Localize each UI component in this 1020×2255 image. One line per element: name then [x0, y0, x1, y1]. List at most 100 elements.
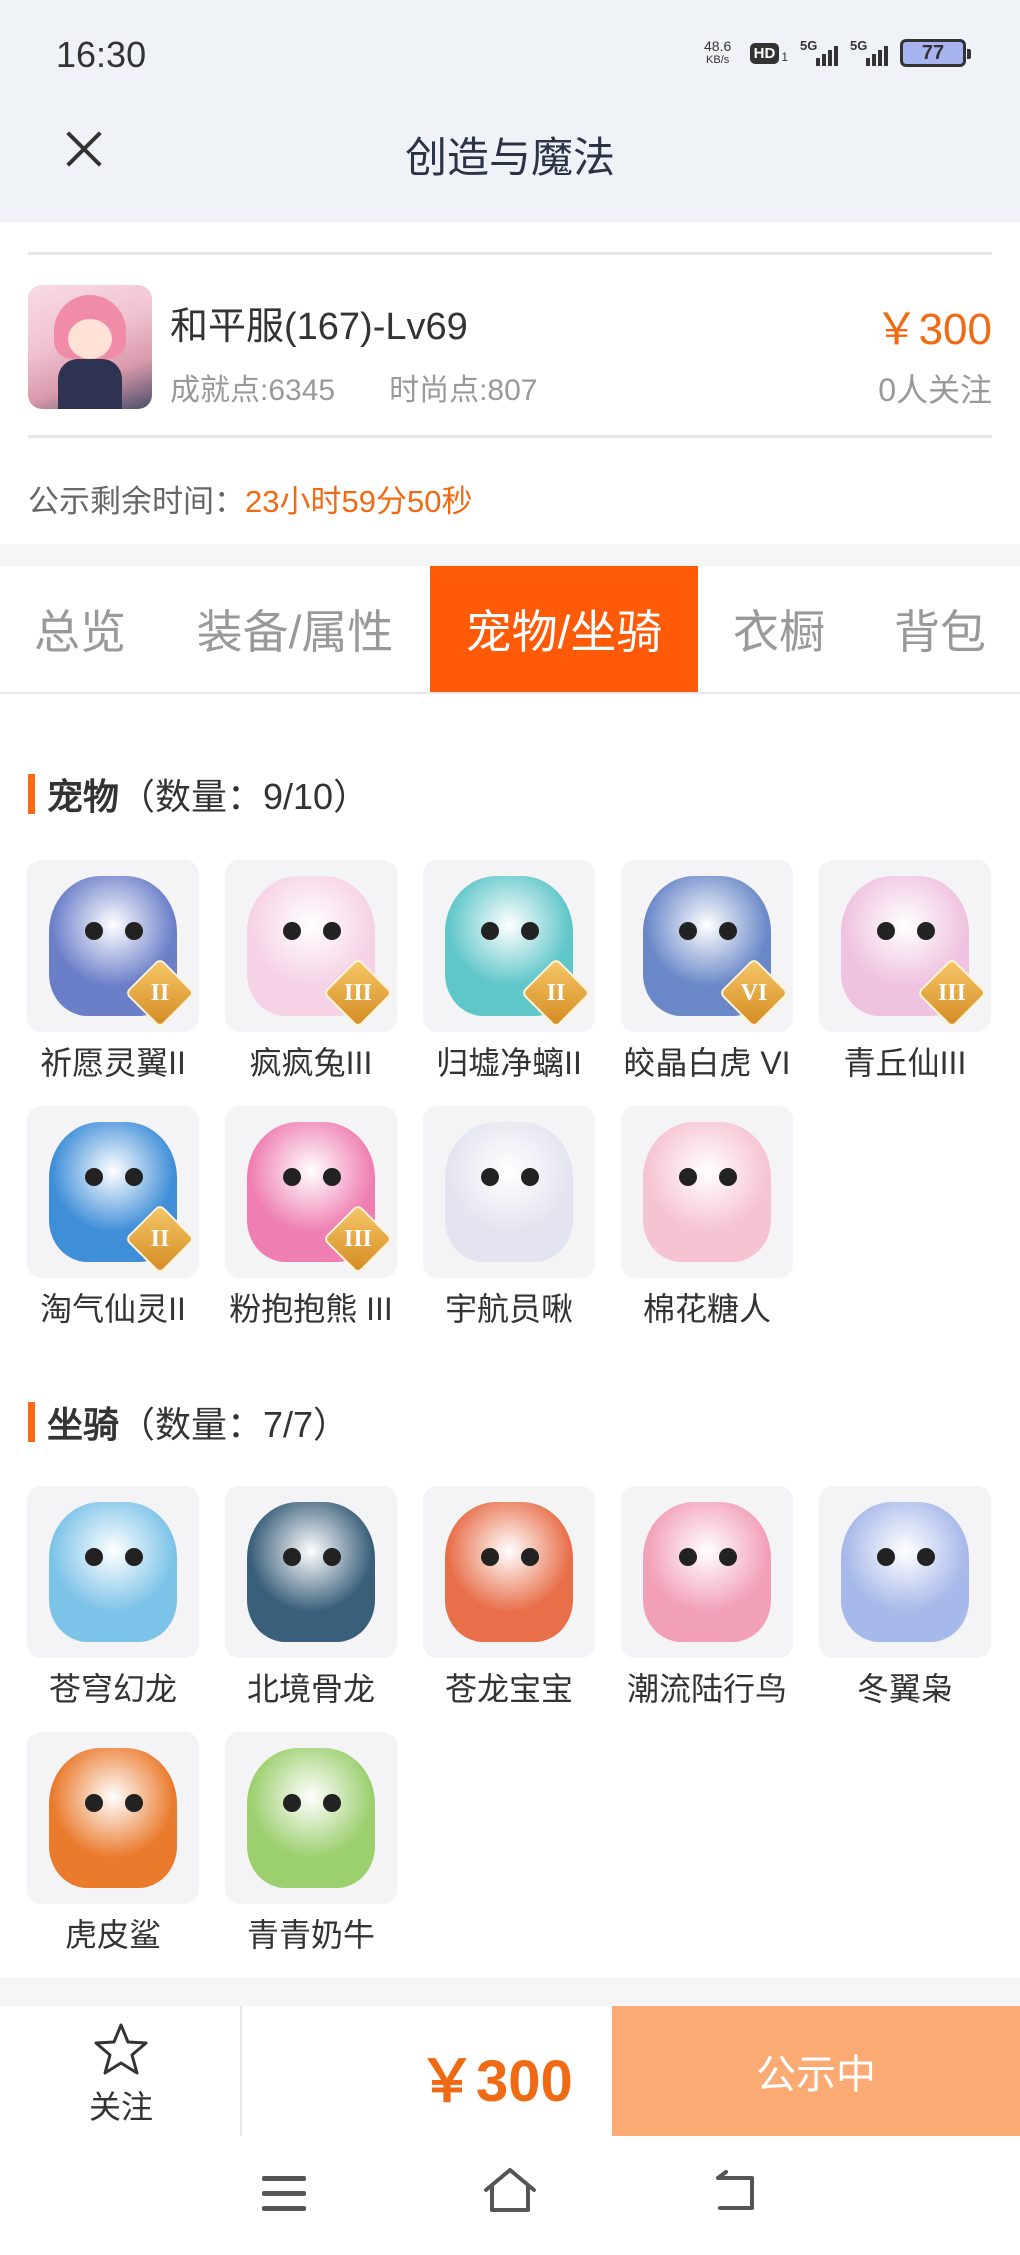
header: 创造与魔法	[0, 110, 1020, 222]
avatar	[28, 285, 152, 409]
pet-item[interactable]: II 祈愿灵翼II	[27, 860, 199, 1084]
hd-sub: 1	[781, 49, 788, 64]
signal-icon: 5G	[800, 38, 838, 68]
mount-item-image	[225, 1732, 397, 1904]
hd-label: HD	[749, 42, 780, 64]
mounts-count: （数量：7/7）	[119, 1404, 350, 1445]
bottom-price: ￥300	[418, 2049, 573, 2114]
pet-item-image: III	[225, 860, 397, 1032]
role-meta: 成就点:6345 时尚点:807	[170, 365, 537, 409]
pet-item-image: VI	[621, 860, 793, 1032]
mount-item-name: 潮流陆行鸟	[626, 1671, 787, 1707]
net-speed-unit: KB/s	[706, 54, 730, 66]
mounts-title: 坐骑	[47, 1404, 120, 1445]
mounts-section-title: 坐骑 （数量：7/7）	[28, 1396, 349, 1448]
pets-count: （数量：9/10）	[119, 776, 370, 817]
role-card: 和平服(167)-Lv69 成就点:6345 时尚点:807 ￥300 0人关注 …	[28, 252, 992, 519]
bottom-gap	[0, 1978, 1020, 2006]
page-title: 创造与魔法	[404, 134, 615, 181]
mount-item[interactable]: 潮流陆行鸟	[621, 1486, 793, 1710]
action-bar: 关注 ￥300 公示中	[0, 2006, 1020, 2136]
signal-label: 5G	[800, 38, 818, 53]
follower-count: 0人关注	[878, 372, 992, 408]
pet-item[interactable]: III 疯疯兔III	[225, 860, 397, 1084]
signal-label: 5G	[850, 38, 868, 53]
mount-item-name: 青青奶牛	[246, 1917, 375, 1953]
pet-item-name: 祈愿灵翼II	[40, 1045, 186, 1081]
pet-item-image: II	[27, 1106, 199, 1278]
mount-item-name: 苍龙宝宝	[444, 1671, 573, 1707]
pet-item-name: 粉抱抱熊 III	[229, 1291, 393, 1327]
pet-item[interactable]: III 青丘仙III	[819, 860, 991, 1084]
mount-item[interactable]: 虎皮鲨	[27, 1732, 199, 1956]
role-price: ￥300	[874, 305, 992, 354]
tab-wardrobe[interactable]: 衣橱	[698, 566, 860, 692]
follow-button[interactable]: 关注	[0, 2006, 242, 2136]
pet-item-name: 归墟净螭II	[436, 1045, 582, 1081]
net-speed-value: 48.6	[704, 38, 732, 54]
menu-icon[interactable]	[262, 2176, 306, 2212]
role-row[interactable]: 和平服(167)-Lv69 成就点:6345 时尚点:807 ￥300 0人关注	[28, 255, 992, 435]
pet-item[interactable]: VI 皎晶白虎 VI	[621, 860, 793, 1084]
fashion-points: 时尚点:807	[389, 374, 538, 407]
top-area: 16:30 48.6 KB/s HD 1 5G 5G 77 创造与魔法	[0, 0, 1020, 222]
pet-item-image	[423, 1106, 595, 1278]
pet-item[interactable]: II 归墟净螭II	[423, 860, 595, 1084]
mount-item-image	[819, 1486, 991, 1658]
mount-item[interactable]: 青青奶牛	[225, 1732, 397, 1956]
pet-item-image	[621, 1106, 793, 1278]
mount-item[interactable]: 苍穹幻龙	[27, 1486, 199, 1710]
net-speed: 48.6 KB/s	[698, 39, 738, 67]
tab-overview[interactable]: 总览	[0, 566, 160, 692]
pet-item-name: 淘气仙灵II	[40, 1291, 186, 1327]
pet-item[interactable]: 棉花糖人	[621, 1106, 793, 1330]
star-icon	[94, 2023, 148, 2075]
mount-item[interactable]: 苍龙宝宝	[423, 1486, 595, 1710]
home-icon[interactable]	[482, 2166, 538, 2214]
pets-title: 宠物	[47, 776, 120, 817]
pet-item-name: 宇航员啾	[444, 1291, 573, 1327]
pet-item[interactable]: 宇航员啾	[423, 1106, 595, 1330]
tab-backpack[interactable]: 背包	[860, 566, 1020, 692]
battery-icon: 77	[900, 39, 971, 67]
mount-item[interactable]: 冬翼枭	[819, 1486, 991, 1710]
follow-label: 关注	[88, 2089, 153, 2125]
mount-item-name: 冬翼枭	[856, 1671, 953, 1707]
pet-item[interactable]: II 淘气仙灵II	[27, 1106, 199, 1330]
hd-icon: HD 1	[749, 42, 788, 64]
role-name: 和平服(167)-Lv69	[170, 306, 468, 348]
public-status-button[interactable]: 公示中	[612, 2006, 1020, 2136]
mount-item-image	[27, 1732, 199, 1904]
pet-item-image: II	[423, 860, 595, 1032]
pet-item-image: III	[225, 1106, 397, 1278]
pet-item-name: 皎晶白虎 VI	[623, 1045, 791, 1081]
mount-item-image	[27, 1486, 199, 1658]
status-icons: 48.6 KB/s HD 1 5G 5G 77	[698, 38, 971, 68]
achievement-points: 成就点:6345	[170, 374, 336, 407]
divider	[28, 435, 992, 438]
mount-item-name: 虎皮鲨	[64, 1917, 161, 1953]
signal-icon: 5G	[850, 38, 888, 68]
pet-item[interactable]: III 粉抱抱熊 III	[225, 1106, 397, 1330]
status-bar: 16:30 48.6 KB/s HD 1 5G 5G 77	[0, 0, 1020, 110]
pet-item-name: 棉花糖人	[642, 1291, 771, 1327]
mount-item-image	[225, 1486, 397, 1658]
pet-item-name: 疯疯兔III	[249, 1045, 373, 1081]
pet-item-image: II	[27, 860, 199, 1032]
back-icon[interactable]	[712, 2170, 760, 2214]
tab-equipment[interactable]: 装备/属性	[160, 566, 430, 692]
pet-item-name: 青丘仙III	[843, 1045, 967, 1081]
section-gap	[0, 544, 1020, 566]
mount-item-name: 苍穹幻龙	[48, 1671, 177, 1707]
pet-item-image: III	[819, 860, 991, 1032]
countdown: 公示剩余时间：23小时59分50秒	[28, 476, 472, 521]
status-time: 16:30	[56, 34, 147, 75]
tab-bar: 总览 装备/属性 宠物/坐骑 衣橱 背包	[0, 566, 1020, 694]
mount-item-image	[423, 1486, 595, 1658]
system-nav-bar	[0, 2136, 1020, 2255]
mount-item-name: 北境骨龙	[246, 1671, 375, 1707]
mount-item-image	[621, 1486, 793, 1658]
mount-item[interactable]: 北境骨龙	[225, 1486, 397, 1710]
pets-section-title: 宠物 （数量：9/10）	[28, 768, 369, 820]
tab-pets-mounts[interactable]: 宠物/坐骑	[430, 566, 698, 692]
